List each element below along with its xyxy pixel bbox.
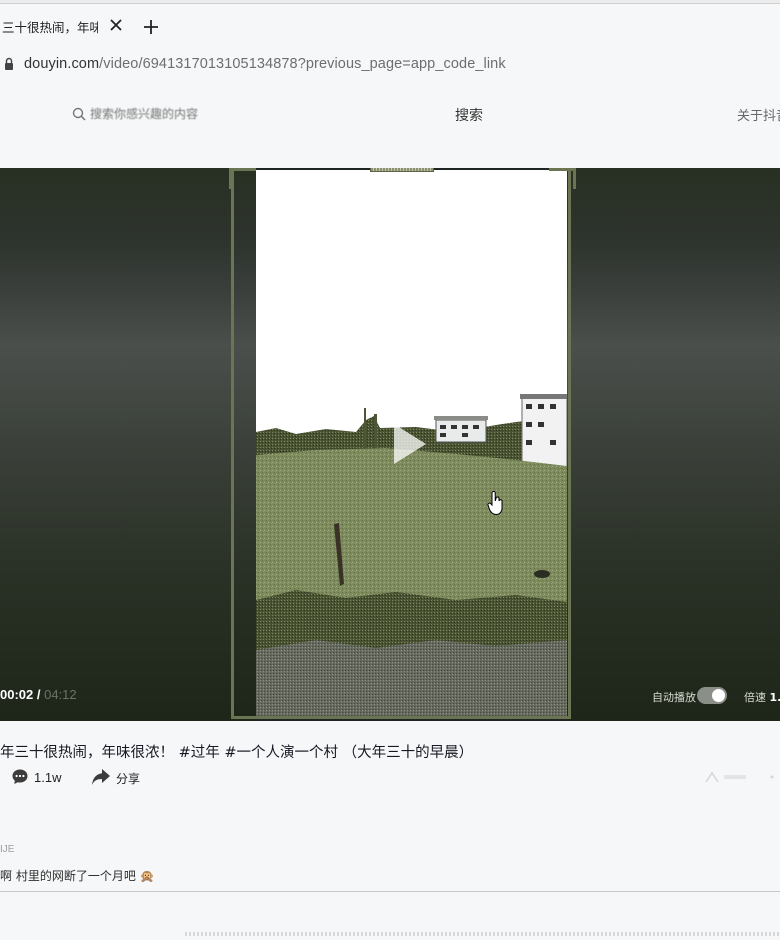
toggle-knob xyxy=(712,689,725,702)
browser-tab[interactable]: 三十很热闹，年味 xyxy=(0,4,135,48)
autoplay-toggle[interactable] xyxy=(697,687,727,704)
time-display: 00:02 / 04:12 xyxy=(0,687,77,702)
speed-control[interactable]: 倍速 1.0 xyxy=(744,689,780,705)
autoplay-label: 自动播放 xyxy=(652,691,696,704)
blurred-background-right xyxy=(567,168,780,721)
bottom-edge-dots xyxy=(185,932,780,936)
share-icon[interactable] xyxy=(91,768,111,786)
video-title: 年三十很热闹，年味很浓！ #过年 #一个人演一个村 （大年三十的早晨） xyxy=(0,745,474,761)
comment-count: 1.1w xyxy=(34,770,62,785)
share-label[interactable]: 分享 xyxy=(116,770,140,787)
url-domain: douyin.com xyxy=(24,56,100,72)
more-actions-faint xyxy=(705,771,774,783)
building-center xyxy=(434,416,488,443)
comment-username[interactable]: IJE xyxy=(0,844,14,855)
corner-handle-top-right[interactable] xyxy=(549,168,576,189)
building-right xyxy=(520,394,567,469)
action-bar: 1.1w 分享 xyxy=(0,766,780,792)
hand-cursor-icon xyxy=(487,490,503,516)
close-icon[interactable] xyxy=(107,16,125,34)
comment-icon[interactable] xyxy=(11,768,29,786)
tab-title: 三十很热闹，年味 xyxy=(2,19,98,35)
blurred-background-left xyxy=(0,168,256,721)
about-douyin-link[interactable]: 关于抖音 xyxy=(737,105,780,124)
duration: 04:12 xyxy=(44,687,77,702)
search-button[interactable]: 搜索 xyxy=(455,105,483,125)
tab-bar: 三十很热闹，年味 xyxy=(0,4,780,48)
search-input[interactable] xyxy=(90,104,210,124)
plus-icon[interactable] xyxy=(142,18,160,36)
search-icon xyxy=(72,107,86,121)
speed-value: 1.0 xyxy=(769,691,780,704)
current-time: 00:02 / xyxy=(0,687,41,702)
corner-handle-top-left[interactable] xyxy=(229,168,256,189)
site-header: 搜索 关于抖音 xyxy=(0,86,780,146)
divider xyxy=(0,891,780,892)
speed-label: 倍速 xyxy=(744,691,766,704)
lock-icon xyxy=(5,57,13,70)
resize-handle-top[interactable] xyxy=(370,168,434,172)
comment-text: 啊 村里的网断了一个月吧 🙊 xyxy=(0,869,155,883)
url-path: /video/6941317013105134878?previous_page… xyxy=(99,56,506,72)
play-icon[interactable] xyxy=(390,420,430,468)
video-player[interactable]: 00:02 / 04:12 自动播放 倍速 1.0 xyxy=(0,168,780,721)
url-text[interactable]: douyin.com/video/6941317013105134878?pre… xyxy=(24,56,506,72)
address-bar[interactable]: douyin.com/video/6941317013105134878?pre… xyxy=(0,48,780,82)
